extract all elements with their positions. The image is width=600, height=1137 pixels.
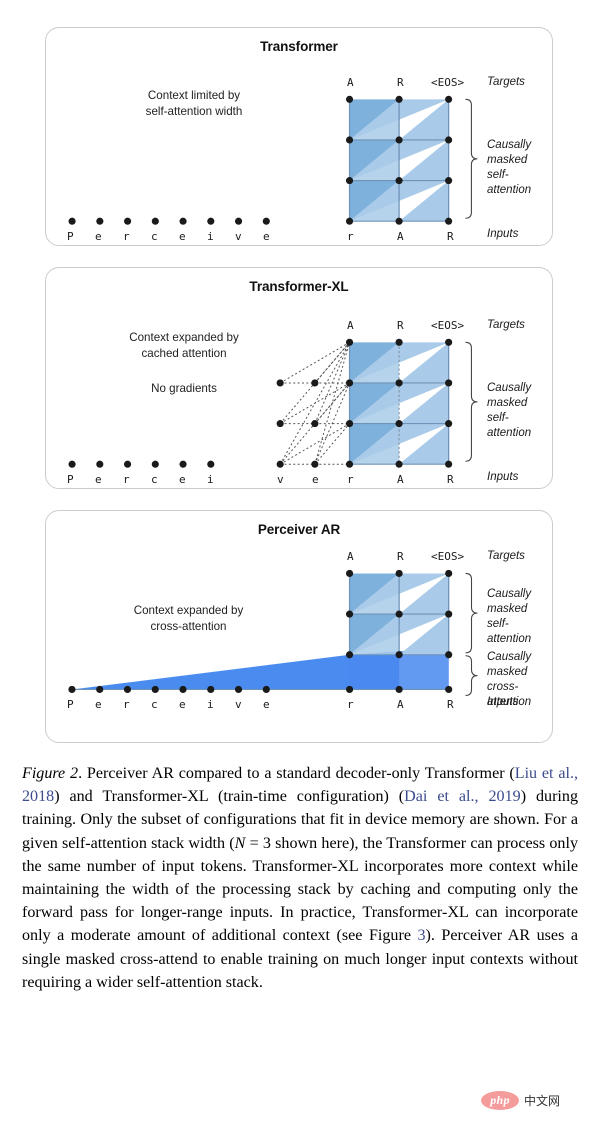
brace-self-attention-transformer-xl [465, 341, 478, 462]
caption-citation-dai: Dai et al., 2019 [404, 788, 521, 806]
panel-perceiver-ar: Perceiver AR Context expanded by cross-a… [45, 510, 553, 743]
figure-caption: Figure 2. Perceiver AR compared to a sta… [22, 762, 578, 994]
targets-label-transformer-xl: Targets [487, 319, 525, 331]
brace-self-attention-perceiver-ar [465, 572, 478, 654]
panel-transformer-xl: Transformer-XL Context expanded by cache… [45, 267, 553, 489]
brace-cross-attention-perceiver-ar [465, 655, 478, 696]
brace-self-attention-transformer [465, 98, 478, 219]
brace-label-self-attention-perceiver-ar: Causally masked self-attention [487, 588, 532, 645]
inputs-label-transformer-xl: Inputs [487, 471, 519, 483]
panel-transformer: Transformer Context limited by self-atte… [45, 27, 553, 246]
brace-label-cross-attention-perceiver-ar: Causally masked cross-attention [487, 651, 532, 708]
diagram-transformer [68, 95, 478, 225]
cached-attention-dotted-lines [279, 341, 351, 465]
targets-label-perceiver-ar: Targets [487, 550, 525, 562]
watermark-site-text: 中文网 [524, 1094, 561, 1108]
caption-seg-2: ) and Transformer-XL (train-time configu… [54, 788, 405, 806]
caption-figure-ref-3: 3 [417, 927, 426, 945]
diagram-transformer-xl [68, 338, 478, 468]
figure-page: Transformer Context limited by self-atte… [0, 0, 600, 1137]
php-logo-icon: php [481, 1091, 519, 1110]
diagram-perceiver-ar [68, 569, 478, 696]
brace-label-self-attention-transformer: Causally masked self-attention [487, 139, 532, 196]
targets-label-transformer: Targets [487, 76, 525, 88]
watermark: php 中文网 [481, 1091, 560, 1110]
caption-figure-label: Figure 2 [22, 765, 79, 782]
caption-math-n: N [234, 834, 246, 852]
inputs-label-transformer: Inputs [487, 228, 519, 240]
caption-seg-0: Perceiver AR compared to a standard deco… [82, 765, 515, 782]
brace-label-self-attention-transformer-xl: Causally masked self-attention [487, 382, 532, 439]
